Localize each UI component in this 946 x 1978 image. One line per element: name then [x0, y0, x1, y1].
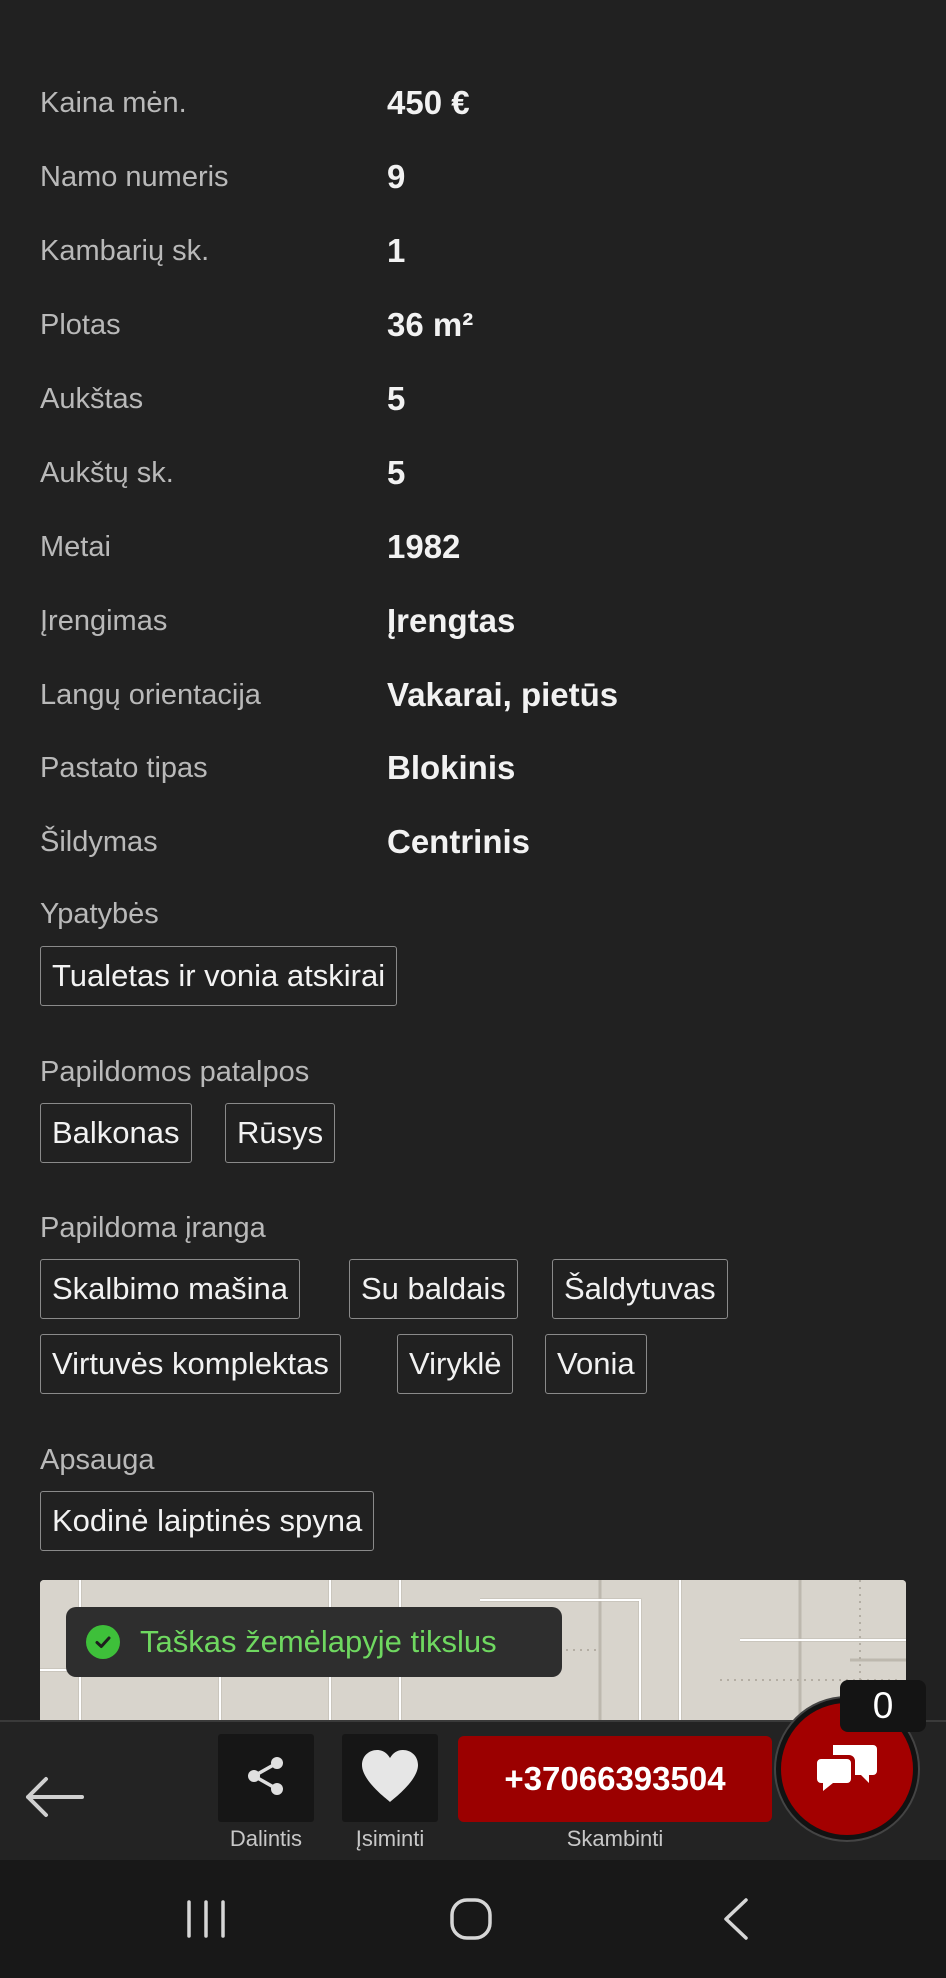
toast-text: Taškas žemėlapyje tikslus [140, 1624, 497, 1659]
feature-chip: Tualetas ir vonia atskirai [40, 946, 398, 1006]
equipment-chip: Vonia [545, 1334, 647, 1394]
detail-row-floors-total: Aukštų sk. 5 [40, 436, 906, 510]
detail-label: Aukštų sk. [40, 456, 174, 489]
detail-label: Langų orientacija [40, 678, 261, 711]
detail-label: Plotas [40, 308, 121, 341]
detail-label: Įrengimas [40, 604, 168, 637]
detail-label: Kaina mėn. [40, 86, 187, 119]
detail-row-rooms: Kambarių sk. 1 [40, 214, 906, 288]
section-title-features: Ypatybės [40, 898, 159, 930]
detail-value: Centrinis [387, 823, 531, 860]
detail-row-building-type: Pastato tipas Blokinis [40, 731, 906, 805]
equipment-chip: Skalbimo mašina [40, 1259, 301, 1319]
nav-back-icon[interactable] [718, 1896, 754, 1947]
equipment-chip: Viryklė [397, 1334, 514, 1394]
map-accuracy-toast: Taškas žemėlapyje tikslus [66, 1607, 562, 1677]
heart-icon [358, 1748, 422, 1809]
detail-row-floor: Aukštas 5 [40, 362, 906, 436]
detail-value: 5 [387, 380, 406, 417]
save-caption: Įsiminti [355, 1826, 425, 1851]
equipment-chip: Virtuvės komplektas [40, 1334, 341, 1394]
detail-row-furnishing: Įrengimas Įrengtas [40, 584, 906, 658]
call-caption: Skambinti [566, 1826, 664, 1851]
security-chip: Kodinė laiptinės spyna [40, 1491, 375, 1551]
detail-label: Metai [40, 530, 111, 563]
section-title-security: Apsauga [40, 1444, 155, 1476]
detail-row-house-number: Namo numeris 9 [40, 140, 906, 214]
check-icon [86, 1625, 120, 1659]
detail-row-window-orientation: Langų orientacija Vakarai, pietūs [40, 658, 906, 732]
detail-value: 9 [387, 158, 406, 195]
detail-value: 5 [387, 454, 406, 491]
equipment-chip: Su baldais [349, 1259, 518, 1319]
detail-value: 1982 [387, 528, 461, 565]
share-caption: Dalintis [229, 1826, 303, 1851]
detail-label: Šildymas [40, 825, 158, 858]
detail-label: Aukštas [40, 382, 144, 415]
home-icon[interactable] [448, 1896, 494, 1947]
chat-icon [815, 1739, 879, 1800]
detail-row-heating: Šildymas Centrinis [40, 805, 906, 879]
detail-label: Namo numeris [40, 160, 229, 193]
detail-value: Blokinis [387, 749, 516, 786]
share-button[interactable] [218, 1734, 314, 1822]
back-arrow-icon[interactable] [22, 1772, 92, 1822]
extra-room-chip: Balkonas [40, 1103, 192, 1163]
detail-value: 450 € [387, 84, 470, 121]
detail-label: Kambarių sk. [40, 234, 210, 267]
section-title-extra-rooms: Papildomos patalpos [40, 1056, 310, 1088]
detail-label: Pastato tipas [40, 751, 208, 784]
share-icon [245, 1755, 287, 1802]
extra-room-chip: Rūsys [225, 1103, 336, 1163]
detail-value: Vakarai, pietūs [387, 676, 619, 713]
system-navigation-bar [0, 1860, 946, 1978]
section-title-equipment: Papildoma įranga [40, 1212, 266, 1244]
detail-row-area: Plotas 36 m² [40, 288, 906, 362]
recent-apps-icon[interactable] [185, 1898, 227, 1945]
equipment-chip: Šaldytuvas [552, 1259, 728, 1319]
detail-row-year: Metai 1982 [40, 510, 906, 584]
detail-value: 1 [387, 232, 406, 269]
chat-count-badge: 0 [840, 1680, 926, 1732]
detail-row-price: Kaina mėn. 450 € [40, 66, 906, 140]
detail-value: Įrengtas [387, 602, 516, 639]
call-button[interactable]: +37066393504 [458, 1736, 772, 1822]
detail-value: 36 m² [387, 306, 474, 343]
save-button[interactable] [342, 1734, 438, 1822]
